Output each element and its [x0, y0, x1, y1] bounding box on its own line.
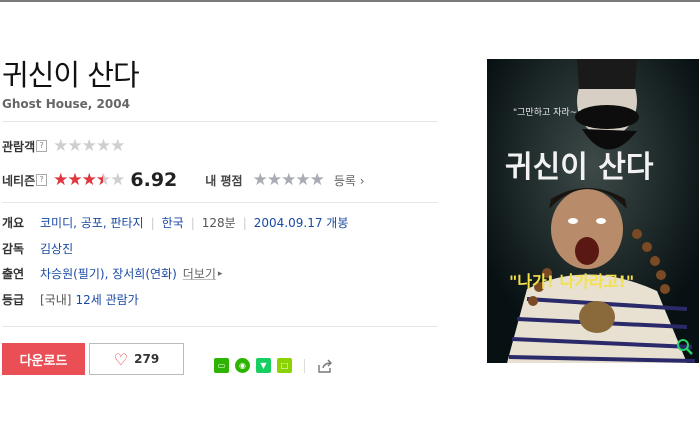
genre-link[interactable]: 코미디, 공포, 판타지 — [40, 214, 144, 231]
overview-label: 개요 — [2, 216, 25, 230]
cast-row: 출연 차승원(필기), 장서희(연화) 더보기 ▸ — [2, 265, 222, 282]
divider — [2, 121, 438, 122]
overview-row: 개요 코미디, 공포, 판타지 | 한국 | 128분 | 2004.09.17… — [2, 214, 348, 231]
separator: | — [190, 215, 195, 230]
audience-rating-row: 관람객 ? ★ ★ ★ ★ ★ — [2, 136, 125, 156]
poster-quote: "그만하고 자라~" — [513, 107, 581, 118]
grade-link[interactable]: 12세 관람가 — [75, 291, 138, 308]
help-icon[interactable]: ? — [36, 174, 48, 186]
director-row: 감독 김상진 — [2, 240, 73, 257]
chevron-right-icon: › — [359, 173, 365, 188]
release-date-link[interactable]: 2004.09.17 개봉 — [254, 214, 349, 231]
separator: | — [150, 215, 155, 230]
share-icon[interactable] — [317, 359, 333, 373]
more-cast-link[interactable]: 더보기 — [183, 265, 216, 282]
band-share-icon[interactable]: ▭ — [214, 358, 229, 373]
movie-title: 귀신이 산다 — [2, 58, 140, 92]
divider — [2, 326, 438, 327]
cast-link[interactable]: 차승원(필기), 장서희(연화) — [40, 265, 177, 282]
divider — [304, 358, 305, 373]
audience-stars: ★ ★ ★ ★ ★ — [53, 136, 125, 156]
top-border — [0, 0, 700, 2]
poster-title: 귀신이 산다 — [505, 150, 654, 185]
grade-prefix: [국내] — [40, 293, 72, 307]
triangle-right-icon: ▸ — [217, 268, 223, 279]
grade-label: 등급 — [2, 293, 25, 307]
line-share-icon[interactable]: ◉ — [235, 358, 250, 373]
help-icon[interactable]: ? — [36, 140, 48, 152]
movie-poster[interactable]: 귀신이 산다 "그만하고 자라~" "나가! 나가라고!" — [487, 59, 699, 363]
director-link[interactable]: 김상진 — [40, 240, 73, 257]
netizen-stars: ★★★★★★ — [53, 170, 125, 190]
netizen-label: 네티즌 — [2, 173, 36, 188]
runtime: 128분 — [201, 216, 236, 230]
poster-exclaim: "나가! 나가라고!" — [509, 272, 634, 291]
register-rating-link[interactable]: 등록 › — [334, 172, 365, 189]
director-label: 감독 — [2, 242, 25, 256]
country-link[interactable]: 한국 — [162, 214, 184, 231]
like-count: 279 — [134, 352, 160, 366]
netizen-rating-row: 네티즌 ? ★★★★★★ 6.92 내 평점 ★★★★★ 등록 › — [2, 169, 365, 191]
cast-label: 출연 — [2, 267, 25, 281]
audience-label: 관람객 — [2, 139, 36, 154]
memo-share-icon[interactable]: □ — [277, 358, 292, 373]
like-button[interactable]: ♡ 279 — [89, 343, 184, 375]
netizen-score: 6.92 — [130, 169, 178, 191]
heart-icon: ♡ — [113, 349, 129, 369]
grade-row: 등급 [국내] 12세 관람가 — [2, 291, 139, 308]
divider — [2, 202, 438, 203]
share-bar: ▭ ◉ ▼ □ — [214, 358, 333, 373]
my-rating-stars[interactable]: ★ ★ ★ ★ ★ — [253, 170, 325, 190]
movie-subtitle: Ghost House, 2004 — [2, 97, 130, 111]
my-rating-label: 내 평점 — [205, 173, 243, 188]
bookmark-share-icon[interactable]: ▼ — [256, 358, 271, 373]
download-button[interactable]: 다운로드 — [2, 343, 85, 375]
separator: | — [242, 215, 247, 230]
